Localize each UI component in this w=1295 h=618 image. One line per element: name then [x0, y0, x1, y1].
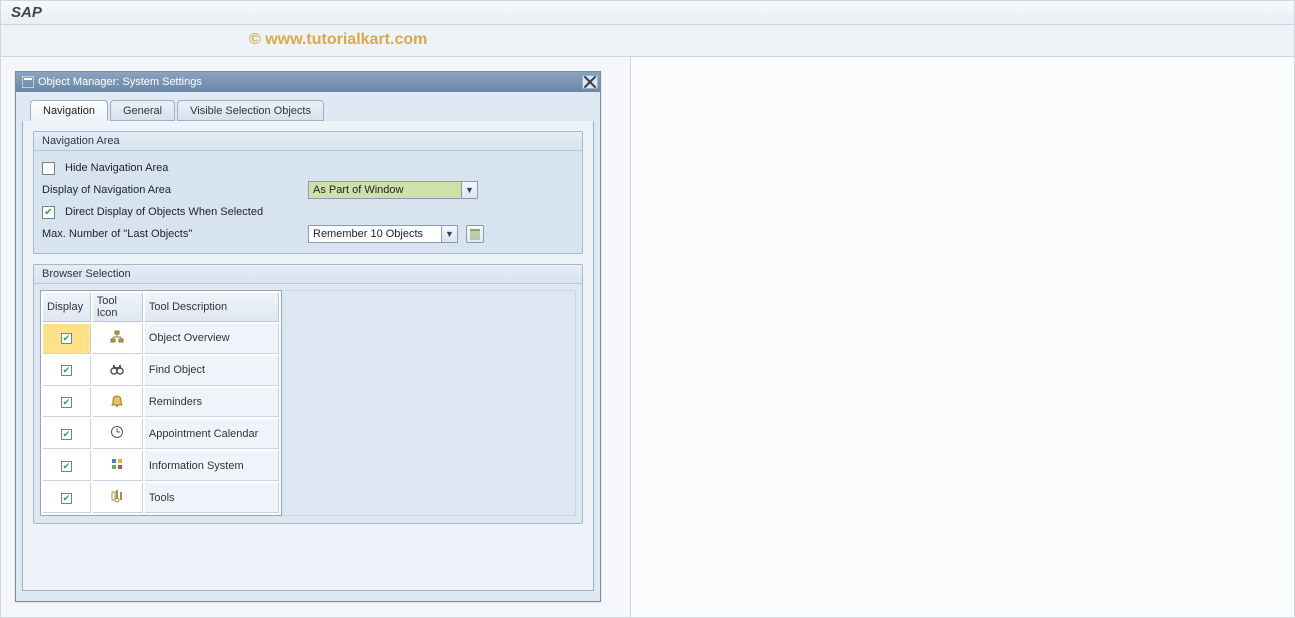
tool-description: Tools — [145, 483, 279, 513]
table-row[interactable]: Object Overview — [43, 324, 279, 354]
title-bar: SAP — [1, 1, 1294, 25]
group-browser-title: Browser Selection — [34, 265, 582, 284]
dialog-title: Object Manager: System Settings — [38, 76, 582, 88]
group-nav-body: Hide Navigation Area Display of Navigati… — [34, 151, 582, 253]
dialog-header: Object Manager: System Settings — [16, 72, 600, 92]
bell-icon — [93, 388, 143, 418]
row-display-nav: Display of Navigation Area As Part of Wi… — [42, 179, 574, 201]
table-filler — [282, 290, 576, 516]
close-icon — [583, 75, 597, 89]
tool-description: Appointment Calendar — [145, 419, 279, 449]
display-nav-value: As Part of Window — [313, 184, 461, 196]
table-row[interactable]: Find Object — [43, 356, 279, 386]
table-row[interactable]: Tools — [43, 483, 279, 513]
toolbar: © www.tutorialkart.com — [1, 25, 1294, 57]
col-display[interactable]: Display — [43, 293, 91, 322]
row-display-checkbox[interactable] — [61, 333, 72, 344]
row-display-checkbox[interactable] — [61, 493, 72, 504]
direct-display-checkbox[interactable] — [42, 206, 55, 219]
row-hide-nav: Hide Navigation Area — [42, 157, 574, 179]
app-root: SAP © www.tutorialkart.com Object Manage… — [0, 0, 1295, 618]
display-cell — [43, 324, 91, 354]
dialog-body: Navigation General Visible Selection Obj… — [16, 92, 600, 601]
display-cell — [43, 388, 91, 418]
table-row[interactable]: Reminders — [43, 388, 279, 418]
binoculars-icon — [93, 356, 143, 386]
trash-icon — [468, 227, 482, 241]
max-last-dropdown[interactable]: Remember 10 Objects ▼ — [308, 225, 458, 243]
right-pane — [631, 57, 1294, 617]
tool-description: Reminders — [145, 388, 279, 418]
col-tool-icon[interactable]: Tool Icon — [93, 293, 143, 322]
col-tool-desc[interactable]: Tool Description — [145, 293, 279, 322]
tools-icon — [93, 483, 143, 513]
workspace: Object Manager: System Settings Navigati… — [1, 57, 1294, 617]
display-cell — [43, 451, 91, 481]
table-row[interactable]: Appointment Calendar — [43, 419, 279, 449]
tab-general[interactable]: General — [110, 100, 175, 121]
close-button[interactable] — [582, 75, 598, 89]
browser-table: Display Tool Icon Tool Description Objec… — [40, 290, 282, 516]
display-nav-dropdown[interactable]: As Part of Window ▼ — [308, 181, 478, 199]
tool-description: Find Object — [145, 356, 279, 386]
display-cell — [43, 356, 91, 386]
clock-icon — [93, 419, 143, 449]
hide-nav-checkbox[interactable] — [42, 162, 55, 175]
row-display-checkbox[interactable] — [61, 429, 72, 440]
delete-last-objects-button[interactable] — [466, 225, 484, 243]
tab-content-navigation: Navigation Area Hide Navigation Area Dis… — [22, 121, 594, 591]
table-row[interactable]: Information System — [43, 451, 279, 481]
display-cell — [43, 419, 91, 449]
app-title: SAP — [11, 4, 42, 21]
tab-visible-selection[interactable]: Visible Selection Objects — [177, 100, 324, 121]
info-grid-icon — [93, 451, 143, 481]
group-browser-selection: Browser Selection Display Tool Icon — [33, 264, 583, 524]
browser-inner: Display Tool Icon Tool Description Objec… — [34, 284, 582, 522]
tabstrip: Navigation General Visible Selection Obj… — [22, 98, 594, 122]
group-navigation-area: Navigation Area Hide Navigation Area Dis… — [33, 131, 583, 254]
tool-description: Information System — [145, 451, 279, 481]
dialog-icon — [22, 76, 34, 88]
max-last-value: Remember 10 Objects — [313, 228, 441, 240]
tool-description: Object Overview — [145, 324, 279, 354]
hierarchy-icon — [93, 324, 143, 354]
row-direct-display: Direct Display of Objects When Selected — [42, 201, 574, 223]
chevron-down-icon: ▼ — [441, 226, 457, 242]
tab-navigation[interactable]: Navigation — [30, 100, 108, 121]
hide-nav-label: Hide Navigation Area — [65, 162, 168, 174]
direct-display-label: Direct Display of Objects When Selected — [65, 206, 263, 218]
row-display-checkbox[interactable] — [61, 461, 72, 472]
display-nav-label: Display of Navigation Area — [42, 184, 302, 196]
dialog-object-manager-settings: Object Manager: System Settings Navigati… — [15, 71, 601, 602]
left-pane: Object Manager: System Settings Navigati… — [1, 57, 631, 617]
watermark-text: © www.tutorialkart.com — [249, 31, 427, 49]
chevron-down-icon: ▼ — [461, 182, 477, 198]
row-max-last: Max. Number of "Last Objects" Remember 1… — [42, 223, 574, 245]
row-display-checkbox[interactable] — [61, 397, 72, 408]
max-last-label: Max. Number of "Last Objects" — [42, 228, 302, 240]
row-display-checkbox[interactable] — [61, 365, 72, 376]
group-nav-title: Navigation Area — [34, 132, 582, 151]
display-cell — [43, 483, 91, 513]
